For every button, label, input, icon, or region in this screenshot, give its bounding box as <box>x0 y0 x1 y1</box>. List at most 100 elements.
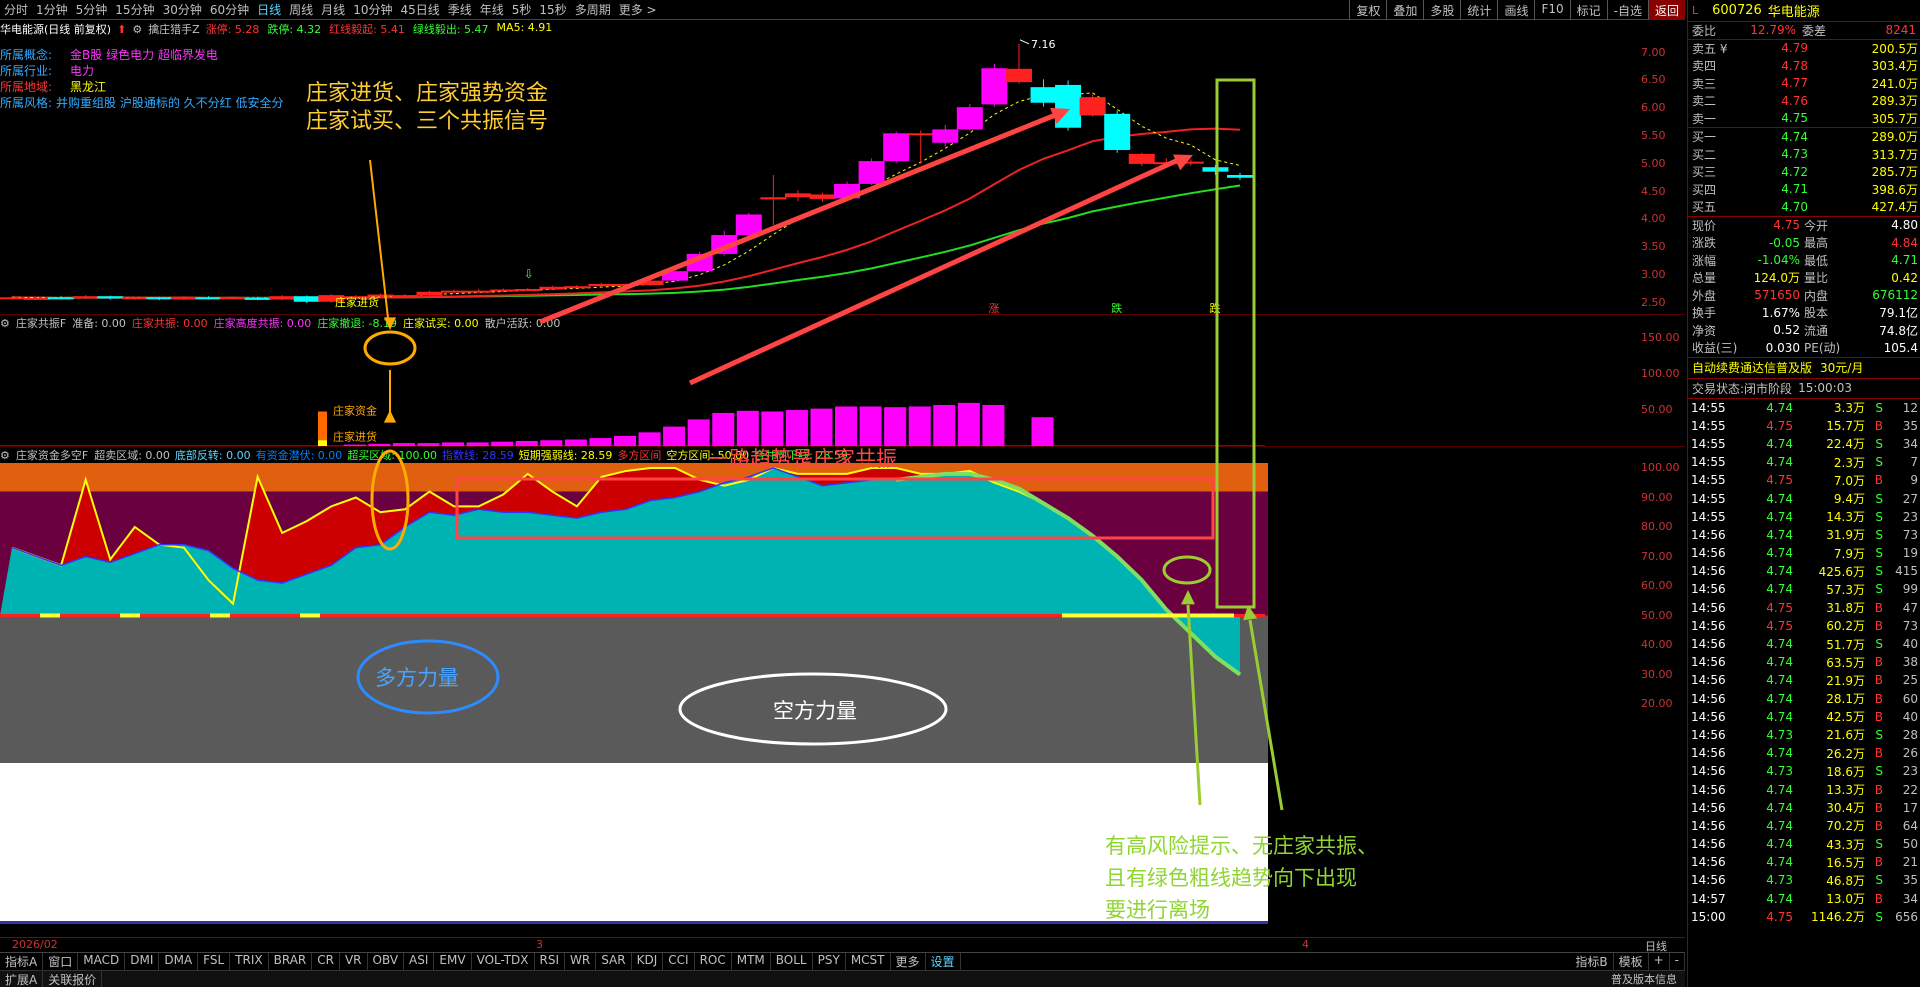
annotation-line: 且有绿色粗线趋势向下出现 <box>1105 866 1357 890</box>
indicator-stat: 超卖区域: 0.00 <box>94 449 170 462</box>
indicator-tab[interactable]: 窗口 <box>43 953 79 970</box>
indicator-tab[interactable]: - <box>1670 953 1685 970</box>
tick-time: 14:56 <box>1691 673 1726 688</box>
order-row[interactable]: 买一 4.74 289.0万 <box>1688 128 1920 146</box>
indicator-tab[interactable]: ROC <box>695 953 732 970</box>
indicator-tab[interactable]: TRIX <box>230 953 269 970</box>
tick-price: 4.75 <box>1766 473 1793 488</box>
status-related-quote[interactable]: 关联报价 <box>43 970 103 987</box>
tick-count: 23 <box>1902 509 1918 524</box>
period-tab[interactable]: 1分钟 <box>32 1 72 18</box>
stat-value: 105.4 <box>1883 340 1918 355</box>
period-tab[interactable]: 季线 <box>444 1 476 18</box>
tick-count: 12 <box>1902 400 1918 415</box>
period-tab[interactable]: 分时 <box>0 1 32 18</box>
period-tab[interactable]: 日线 <box>253 1 285 18</box>
indicator-tab[interactable]: CR <box>312 953 340 970</box>
tick-price: 4.74 <box>1766 855 1793 870</box>
order-row[interactable]: 买四 4.71 398.6万 <box>1688 181 1920 199</box>
tick-list[interactable]: 14:55 4.74 3.3万 S 12 14:55 4.75 15.7万 B 35 14:55 4.… <box>1688 399 1920 926</box>
order-row[interactable]: 买五 4.70 427.4万 <box>1688 198 1920 216</box>
indicator-tab[interactable]: 模板 <box>1614 953 1649 970</box>
period-tab[interactable]: 年线 <box>476 1 508 18</box>
period-tab[interactable]: 10分钟 <box>349 1 396 18</box>
indicator-tab[interactable]: VOL-TDX <box>472 953 535 970</box>
toolbar-button[interactable]: 复权 <box>1349 0 1386 20</box>
period-tab[interactable]: 15分钟 <box>111 1 158 18</box>
indicator-stat: 超买区域: 100.00 <box>347 449 438 462</box>
indicator-tab[interactable]: OBV <box>368 953 405 970</box>
order-row[interactable]: 卖二 4.76 289.3万 <box>1688 92 1920 110</box>
indicator-tab[interactable]: + <box>1649 953 1670 970</box>
promo-row[interactable]: 自动续费通达信普及版 30元/月 <box>1688 358 1920 379</box>
indicator-tab[interactable]: ASI <box>404 953 435 970</box>
order-price: 4.70 <box>1781 199 1808 214</box>
toolbar-button[interactable]: 多股 <box>1423 0 1460 20</box>
toolbar-button[interactable]: 返回 <box>1647 0 1685 20</box>
indicator-tab[interactable]: BOLL <box>771 953 813 970</box>
panel2-settings-icon[interactable]: ⚙ <box>0 317 10 330</box>
period-tab[interactable]: 5分钟 <box>72 1 112 18</box>
resonance-bar-chart[interactable]: 庄家资金庄家进货 <box>0 331 1637 446</box>
indicator-tab[interactable]: MACD <box>78 953 126 970</box>
period-tab[interactable]: 更多 > <box>615 1 661 18</box>
panel2-name[interactable]: 庄家共振F <box>16 315 66 331</box>
tick-time: 14:56 <box>1691 746 1726 761</box>
indicator-tab[interactable]: WR <box>565 953 597 970</box>
order-row[interactable]: 卖四 4.78 303.4万 <box>1688 57 1920 75</box>
period-tab[interactable]: 月线 <box>317 1 349 18</box>
indicator-tab[interactable]: 更多 <box>891 953 926 970</box>
indicator-tab[interactable]: 指标B <box>1570 953 1614 970</box>
indicator-tab[interactable]: KDJ <box>632 953 664 970</box>
tick-row: 14:55 4.74 3.3万 S 12 <box>1688 399 1920 417</box>
tick-row: 14:56 4.74 63.5万 B 38 <box>1688 653 1920 671</box>
order-row[interactable]: 卖三 4.77 241.0万 <box>1688 75 1920 93</box>
panel2-stats: 准备: 0.00 庄家共振: 0.00 庄家高度共振: 0.00 庄家撤退: -8.1… <box>72 315 560 331</box>
indicator-tab[interactable]: VR <box>340 953 368 970</box>
panel3-name[interactable]: 庄家资金多空F <box>16 447 88 463</box>
indicator-tab[interactable]: PSY <box>813 953 846 970</box>
indicator-tab[interactable]: BRAR <box>269 953 313 970</box>
tick-time: 14:56 <box>1691 527 1726 542</box>
order-row[interactable]: 卖一 4.75 305.7万 <box>1688 110 1920 128</box>
order-row[interactable]: 买三 4.72 285.7万 <box>1688 163 1920 181</box>
indicator-tab[interactable]: FSL <box>198 953 231 970</box>
indicator-tab[interactable]: 设置 <box>926 953 961 970</box>
annotation-bull: 多方力量 <box>375 666 459 690</box>
indicator-tab[interactable]: RSI <box>535 953 566 970</box>
indicator-tab[interactable]: MCST <box>846 953 891 970</box>
indicator-tab[interactable]: SAR <box>596 953 632 970</box>
indicator-tab[interactable]: EMV <box>434 953 472 970</box>
indicator-name[interactable]: 擒庄猎手Z <box>148 21 200 37</box>
period-tab[interactable]: 周线 <box>285 1 317 18</box>
toolbar-button[interactable]: 叠加 <box>1386 0 1423 20</box>
indicator-stat: 短期强弱线: 28.59 <box>518 449 613 462</box>
period-tab[interactable]: 30分钟 <box>159 1 206 18</box>
tick-volume: 42.5万 <box>1826 710 1865 725</box>
order-row[interactable]: 买二 4.73 313.7万 <box>1688 146 1920 164</box>
panel3-settings-icon[interactable]: ⚙ <box>0 449 10 462</box>
candle-body <box>48 297 75 300</box>
indicator-settings-icon[interactable]: ⚙ <box>132 23 142 36</box>
indicator-tab[interactable]: MTM <box>732 953 771 970</box>
indicator-tab[interactable]: 指标A <box>0 953 44 970</box>
indicator-tab[interactable]: DMA <box>159 953 199 970</box>
period-tab[interactable]: 5秒 <box>508 1 536 18</box>
indicator-tab[interactable]: CCI <box>663 953 695 970</box>
order-row[interactable]: 卖五 ¥ 4.79 200.5万 <box>1688 40 1920 58</box>
indicator-tab[interactable]: DMI <box>125 953 160 970</box>
toolbar-button[interactable]: F10 <box>1534 0 1569 20</box>
period-tab[interactable]: 15秒 <box>535 1 570 18</box>
period-tab[interactable]: 多周期 <box>571 1 615 18</box>
tick-time: 14:55 <box>1691 418 1726 433</box>
candlestick-chart[interactable]: 7.16 涨 跌 跌 ⇩ 庄家进货 <box>0 36 1637 314</box>
period-tab[interactable]: 45日线 <box>396 1 443 18</box>
toolbar-button[interactable]: 画线 <box>1497 0 1534 20</box>
period-tab[interactable]: 60分钟 <box>206 1 253 18</box>
signal-label: 涨 <box>988 302 999 314</box>
indicator-stat: 庄家撤退: -8.19 <box>317 317 397 330</box>
status-ext-a[interactable]: 扩展A <box>0 970 44 987</box>
toolbar-button[interactable]: 统计 <box>1460 0 1497 20</box>
toolbar-button[interactable]: 标记 <box>1569 0 1607 20</box>
toolbar-button[interactable]: -自选 <box>1606 0 1648 20</box>
